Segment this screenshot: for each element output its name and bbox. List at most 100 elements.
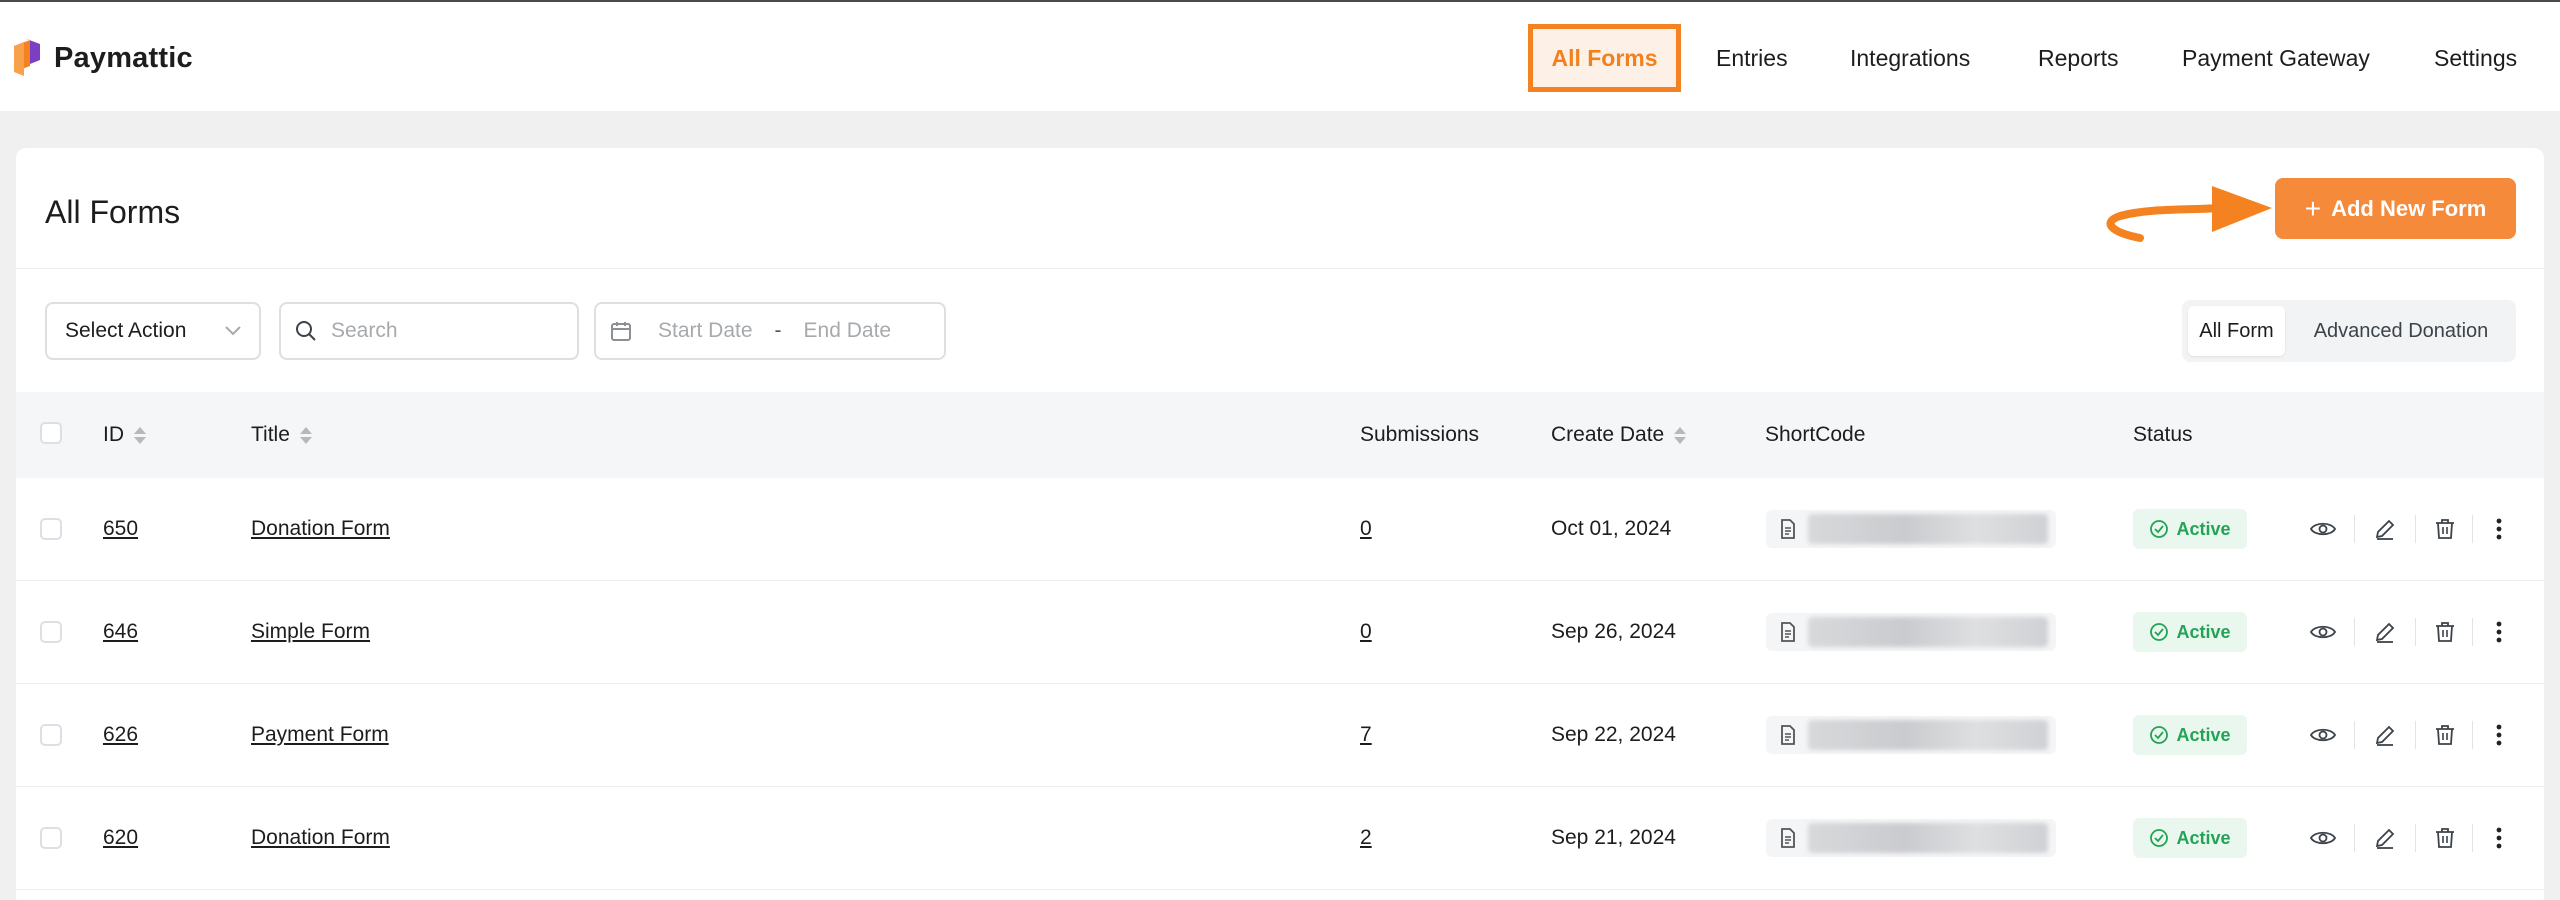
submissions-link[interactable]: 2	[1360, 826, 1372, 850]
form-title-link[interactable]: Donation Form	[251, 826, 390, 850]
form-id-link[interactable]: 626	[103, 723, 138, 747]
edit-button[interactable]	[2370, 514, 2400, 544]
preview-button[interactable]	[2308, 514, 2338, 544]
table-row: 646 Simple Form 0 Sep 26, 2024 Active	[16, 581, 2544, 684]
trash-icon	[2436, 725, 2454, 745]
column-header-create-date-label: Create Date	[1551, 423, 1665, 446]
select-action-label: Select Action	[65, 319, 187, 342]
nav-integrations[interactable]: Integrations	[1850, 24, 1970, 92]
search-input[interactable]: Search	[279, 302, 579, 360]
nav-settings[interactable]: Settings	[2434, 24, 2517, 92]
status-badge: Active	[2133, 715, 2247, 755]
eye-icon	[2310, 522, 2336, 536]
more-options-button[interactable]	[2484, 514, 2514, 544]
toggle-all-form[interactable]: All Form	[2188, 306, 2285, 356]
calendar-icon	[610, 320, 632, 342]
action-divider	[2354, 824, 2355, 852]
trash-icon	[2436, 622, 2454, 642]
submissions-link[interactable]: 0	[1360, 620, 1372, 644]
action-divider	[2472, 515, 2473, 543]
edit-icon	[2375, 725, 2395, 746]
nav-entries[interactable]: Entries	[1716, 24, 1788, 92]
column-header-status: Status	[2133, 423, 2193, 446]
delete-button[interactable]	[2430, 823, 2460, 853]
row-checkbox[interactable]	[40, 518, 62, 540]
action-divider	[2354, 618, 2355, 646]
form-id-link[interactable]: 620	[103, 826, 138, 850]
submissions-link[interactable]: 7	[1360, 723, 1372, 747]
form-title-link[interactable]: Simple Form	[251, 620, 370, 644]
delete-button[interactable]	[2430, 514, 2460, 544]
add-new-form-button[interactable]: + Add New Form	[2275, 178, 2516, 239]
create-date: Sep 26, 2024	[1551, 620, 1676, 643]
toggle-advanced-donation[interactable]: Advanced Donation	[2292, 306, 2510, 356]
status-label: Active	[2176, 518, 2231, 539]
select-action-dropdown[interactable]: Select Action	[45, 302, 261, 360]
row-checkbox[interactable]	[40, 621, 62, 643]
nav-all-forms[interactable]: All Forms	[1528, 24, 1681, 92]
row-checkbox[interactable]	[40, 724, 62, 746]
start-date-placeholder[interactable]: Start Date	[658, 319, 753, 343]
nav-reports[interactable]: Reports	[2038, 24, 2119, 92]
search-placeholder: Search	[331, 319, 398, 342]
nav-payment-gateway[interactable]: Payment Gateway	[2182, 24, 2370, 92]
form-id-link[interactable]: 650	[103, 517, 138, 541]
shortcode-copy[interactable]	[1766, 819, 2056, 857]
column-header-title[interactable]: Title	[251, 392, 312, 478]
eye-icon	[2310, 728, 2336, 742]
check-circle-icon	[2150, 829, 2169, 847]
edit-icon	[2375, 828, 2395, 849]
preview-button[interactable]	[2308, 823, 2338, 853]
preview-button[interactable]	[2308, 720, 2338, 750]
main-nav: All Forms Entries Integrations Reports P…	[0, 24, 2560, 92]
row-checkbox[interactable]	[40, 827, 62, 849]
edit-button[interactable]	[2370, 617, 2400, 647]
chevron-down-icon	[225, 326, 241, 336]
delete-button[interactable]	[2430, 617, 2460, 647]
page-title: All Forms	[45, 194, 181, 230]
more-vertical-icon	[2496, 621, 2502, 643]
action-divider	[2354, 721, 2355, 749]
shortcode-copy[interactable]	[1766, 613, 2056, 651]
table-row: 650 Donation Form 0 Oct 01, 2024 Active	[16, 478, 2544, 581]
more-vertical-icon	[2496, 724, 2502, 746]
edit-icon	[2375, 519, 2395, 540]
column-header-id[interactable]: ID	[103, 392, 146, 478]
action-divider	[2415, 824, 2416, 852]
create-date: Sep 22, 2024	[1551, 723, 1676, 746]
document-icon	[1781, 519, 1795, 539]
more-options-button[interactable]	[2484, 720, 2514, 750]
date-range-picker[interactable]: Start Date - End Date	[594, 302, 946, 360]
edit-button[interactable]	[2370, 720, 2400, 750]
table-row: 626 Payment Form 7 Sep 22, 2024 Active	[16, 684, 2544, 787]
eye-icon	[2310, 831, 2336, 845]
more-options-button[interactable]	[2484, 617, 2514, 647]
submissions-link[interactable]: 0	[1360, 517, 1372, 541]
form-title-link[interactable]: Payment Form	[251, 723, 389, 747]
shortcode-value-redacted	[1808, 823, 2048, 853]
preview-button[interactable]	[2308, 617, 2338, 647]
form-title-link[interactable]: Donation Form	[251, 517, 390, 541]
column-header-shortcode: ShortCode	[1765, 423, 1866, 446]
shortcode-copy[interactable]	[1766, 716, 2056, 754]
trash-icon	[2436, 519, 2454, 539]
select-all-checkbox[interactable]	[40, 422, 62, 444]
shortcode-copy[interactable]	[1766, 510, 2056, 548]
end-date-placeholder[interactable]: End Date	[804, 319, 892, 343]
status-badge: Active	[2133, 818, 2247, 858]
form-id-link[interactable]: 646	[103, 620, 138, 644]
status-label: Active	[2176, 827, 2231, 848]
top-navigation-bar: Paymattic All Forms Entries Integrations…	[0, 0, 2560, 111]
more-options-button[interactable]	[2484, 823, 2514, 853]
document-icon	[1781, 828, 1795, 848]
edit-button[interactable]	[2370, 823, 2400, 853]
action-divider	[2415, 618, 2416, 646]
action-divider	[2472, 618, 2473, 646]
check-circle-icon	[2150, 726, 2169, 744]
status-label: Active	[2176, 621, 2231, 642]
action-divider	[2415, 721, 2416, 749]
delete-button[interactable]	[2430, 720, 2460, 750]
status-label: Active	[2176, 724, 2231, 745]
document-icon	[1781, 725, 1795, 745]
column-header-create-date[interactable]: Create Date	[1551, 392, 1687, 478]
